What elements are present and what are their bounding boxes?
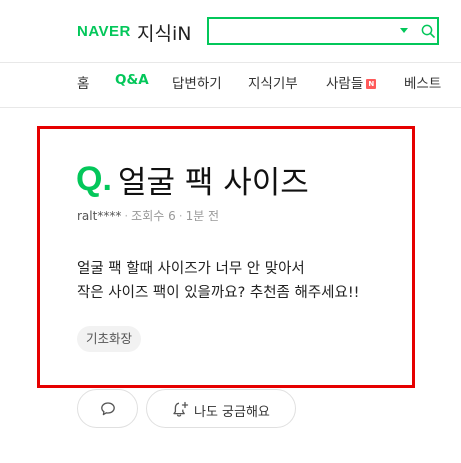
category-tag[interactable]: 기초화장 — [77, 326, 142, 352]
post-time: 1분 전 — [185, 209, 220, 223]
new-badge: N — [366, 79, 377, 89]
question-mark: Q. — [76, 160, 112, 198]
tab-home[interactable]: 홈 — [77, 72, 89, 92]
tab-qna[interactable]: Q&A — [115, 72, 149, 88]
comment-icon — [101, 402, 115, 416]
curious-button-label: 나도 궁금해요 — [194, 405, 270, 420]
bell-plus-icon — [173, 401, 189, 417]
dropdown-caret-icon[interactable] — [399, 25, 409, 35]
question-body-line: 작은 사이즈 팩이 있을까요? 추천좀 해주세요!! — [77, 285, 360, 301]
tab-best[interactable]: 베스트 — [404, 72, 441, 92]
search-input[interactable] — [213, 22, 397, 42]
meta-separator: · — [124, 209, 129, 223]
view-count: 조회수 6 — [131, 209, 176, 223]
naver-logo[interactable]: NAVER — [77, 23, 131, 40]
tab-people[interactable]: 사람들 N — [326, 72, 377, 92]
question-meta: ralt**** · 조회수 6 · 1분 전 — [77, 207, 219, 224]
search-icon[interactable] — [421, 24, 435, 38]
comment-button[interactable] — [77, 389, 138, 428]
question-body: 얼굴 팩 할때 사이즈가 너무 안 맞아서 작은 사이즈 팩이 있을까요? 추천… — [77, 257, 360, 305]
meta-separator: · — [178, 209, 183, 223]
author-name[interactable]: ralt**** — [77, 209, 121, 223]
tab-donate[interactable]: 지식기부 — [248, 72, 298, 92]
curious-button[interactable]: 나도 궁금해요 — [146, 389, 296, 428]
question-title: 얼굴 팩 사이즈 — [118, 165, 309, 201]
question-body-line: 얼굴 팩 할때 사이즈가 너무 안 맞아서 — [77, 261, 305, 277]
main-nav: 홈 Q&A 답변하기 지식기부 사람들 N 베스트 — [0, 62, 461, 108]
header: NAVER 지식iN — [0, 0, 461, 63]
kin-logo[interactable]: 지식iN — [137, 19, 191, 46]
tab-answer[interactable]: 답변하기 — [172, 72, 222, 92]
tab-people-label: 사람들 — [326, 76, 364, 92]
search-box[interactable] — [207, 17, 439, 45]
